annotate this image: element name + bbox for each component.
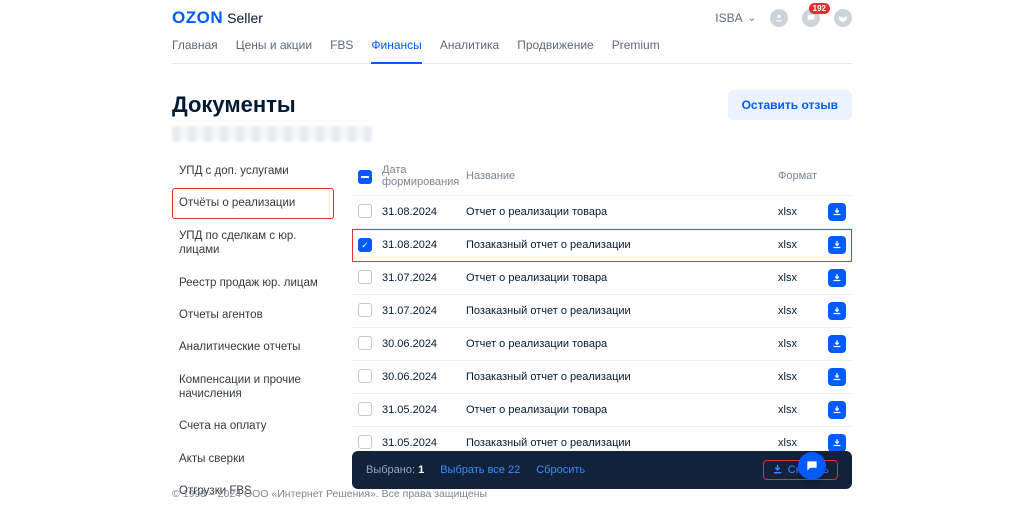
- documents-panel: Дата формирования Название Формат 31.08.…: [352, 156, 852, 507]
- cell-format: xlsx: [772, 328, 822, 361]
- table-row[interactable]: 31.05.2024Отчет о реализации товараxlsx: [352, 394, 852, 427]
- chevron-down-icon: ⌄: [748, 13, 756, 24]
- notification-badge: 192: [809, 3, 830, 14]
- account-name: ISBA: [715, 11, 742, 25]
- table-row[interactable]: 31.08.2024Позаказный отчет о реализацииx…: [352, 229, 852, 262]
- cell-name: Позаказный отчет о реализации: [460, 295, 772, 328]
- cell-format: xlsx: [772, 262, 822, 295]
- col-name[interactable]: Название: [460, 157, 772, 196]
- sidebar-item[interactable]: Отчёты о реализации: [172, 188, 334, 218]
- nav-item[interactable]: Premium: [612, 32, 660, 63]
- cell-date: 30.06.2024: [376, 361, 460, 394]
- col-format[interactable]: Формат: [772, 157, 822, 196]
- cell-name: Позаказный отчет о реализации: [460, 361, 772, 394]
- download-row-button[interactable]: [828, 401, 846, 419]
- selection-count: Выбрано: 1: [366, 464, 424, 476]
- cell-date: 31.07.2024: [376, 262, 460, 295]
- select-all-link[interactable]: Выбрать все 22: [440, 464, 520, 476]
- selection-bar: Выбрано: 1 Выбрать все 22 Сбросить Скача…: [352, 451, 852, 489]
- table-row[interactable]: 31.07.2024Отчет о реализации товараxlsx: [352, 262, 852, 295]
- row-checkbox[interactable]: [358, 270, 372, 284]
- nav-item[interactable]: Аналитика: [440, 32, 499, 63]
- sidebar-item[interactable]: Аналитические отчеты: [172, 332, 334, 362]
- cell-date: 31.08.2024: [376, 229, 460, 262]
- user-icon[interactable]: [770, 9, 788, 27]
- logo[interactable]: OZON Seller: [172, 8, 263, 28]
- reset-selection-link[interactable]: Сбросить: [536, 464, 585, 476]
- sidebar-item[interactable]: Реестр продаж юр. лицам: [172, 268, 334, 298]
- leave-review-button[interactable]: Оставить отзыв: [728, 90, 852, 120]
- footer-copyright: © 1998 – 2024 ООО «Интернет Решения». Вс…: [172, 488, 487, 500]
- row-checkbox[interactable]: [358, 303, 372, 317]
- table-scroll[interactable]: Дата формирования Название Формат 31.08.…: [352, 156, 852, 466]
- help-icon[interactable]: [834, 9, 852, 27]
- cell-format: xlsx: [772, 394, 822, 427]
- cell-format: xlsx: [772, 229, 822, 262]
- cell-date: 30.06.2024: [376, 328, 460, 361]
- page-title: Документы: [172, 92, 296, 118]
- sidebar-item[interactable]: Компенсации и прочие начисления: [172, 365, 334, 410]
- row-checkbox[interactable]: [358, 336, 372, 350]
- cell-name: Позаказный отчет о реализации: [460, 229, 772, 262]
- select-all-checkbox[interactable]: [358, 170, 372, 184]
- cell-date: 31.05.2024: [376, 394, 460, 427]
- cell-format: xlsx: [772, 361, 822, 394]
- cell-name: Отчет о реализации товара: [460, 328, 772, 361]
- sidebar-item[interactable]: УПД по сделкам с юр. лицами: [172, 221, 334, 266]
- cell-format: xlsx: [772, 196, 822, 229]
- main-nav: Главная Цены и акции FBS Финансы Аналитика Пр…: [172, 32, 852, 64]
- table-row[interactable]: 30.06.2024Позаказный отчет о реализацииx…: [352, 361, 852, 394]
- nav-item[interactable]: FBS: [330, 32, 353, 63]
- table-row[interactable]: 30.06.2024Отчет о реализации товараxlsx: [352, 328, 852, 361]
- download-row-button[interactable]: [828, 203, 846, 221]
- download-row-button[interactable]: [828, 434, 846, 452]
- row-checkbox[interactable]: [358, 369, 372, 383]
- table-row[interactable]: 31.08.2024Отчет о реализации товараxlsx: [352, 196, 852, 229]
- sidebar: УПД с доп. услугамиОтчёты о реализацииУП…: [172, 156, 334, 507]
- download-row-button[interactable]: [828, 302, 846, 320]
- cell-date: 31.08.2024: [376, 196, 460, 229]
- cell-name: Отчет о реализации товара: [460, 196, 772, 229]
- download-icon: [772, 464, 783, 475]
- cell-name: Отчет о реализации товара: [460, 262, 772, 295]
- row-checkbox[interactable]: [358, 402, 372, 416]
- col-date[interactable]: Дата формирования: [376, 157, 460, 196]
- row-checkbox[interactable]: [358, 238, 372, 252]
- download-row-button[interactable]: [828, 236, 846, 254]
- notifications-button[interactable]: 192: [802, 9, 820, 28]
- nav-item[interactable]: Финансы: [371, 32, 421, 64]
- table-row[interactable]: 31.07.2024Позаказный отчет о реализацииx…: [352, 295, 852, 328]
- sidebar-item[interactable]: Акты сверки: [172, 444, 334, 474]
- sidebar-item[interactable]: Отчеты агентов: [172, 300, 334, 330]
- row-checkbox[interactable]: [358, 204, 372, 218]
- nav-item[interactable]: Главная: [172, 32, 218, 63]
- nav-item[interactable]: Цены и акции: [236, 32, 312, 63]
- account-picker[interactable]: ISBA ⌄: [715, 11, 756, 25]
- sidebar-item[interactable]: УПД с доп. услугами: [172, 156, 334, 186]
- download-row-button[interactable]: [828, 335, 846, 353]
- logo-ozon: OZON: [172, 8, 223, 28]
- logo-seller: Seller: [227, 10, 263, 26]
- cell-name: Отчет о реализации товара: [460, 394, 772, 427]
- cell-date: 31.07.2024: [376, 295, 460, 328]
- nav-item[interactable]: Продвижение: [517, 32, 594, 63]
- sidebar-item[interactable]: Счета на оплату: [172, 411, 334, 441]
- download-row-button[interactable]: [828, 269, 846, 287]
- chat-icon: [805, 459, 819, 473]
- blurred-subtitle: [172, 126, 372, 142]
- cell-format: xlsx: [772, 295, 822, 328]
- documents-table: Дата формирования Название Формат 31.08.…: [352, 157, 852, 466]
- row-checkbox[interactable]: [358, 435, 372, 449]
- chat-fab[interactable]: [798, 452, 826, 480]
- topbar: OZON Seller ISBA ⌄ 192: [172, 0, 852, 32]
- download-row-button[interactable]: [828, 368, 846, 386]
